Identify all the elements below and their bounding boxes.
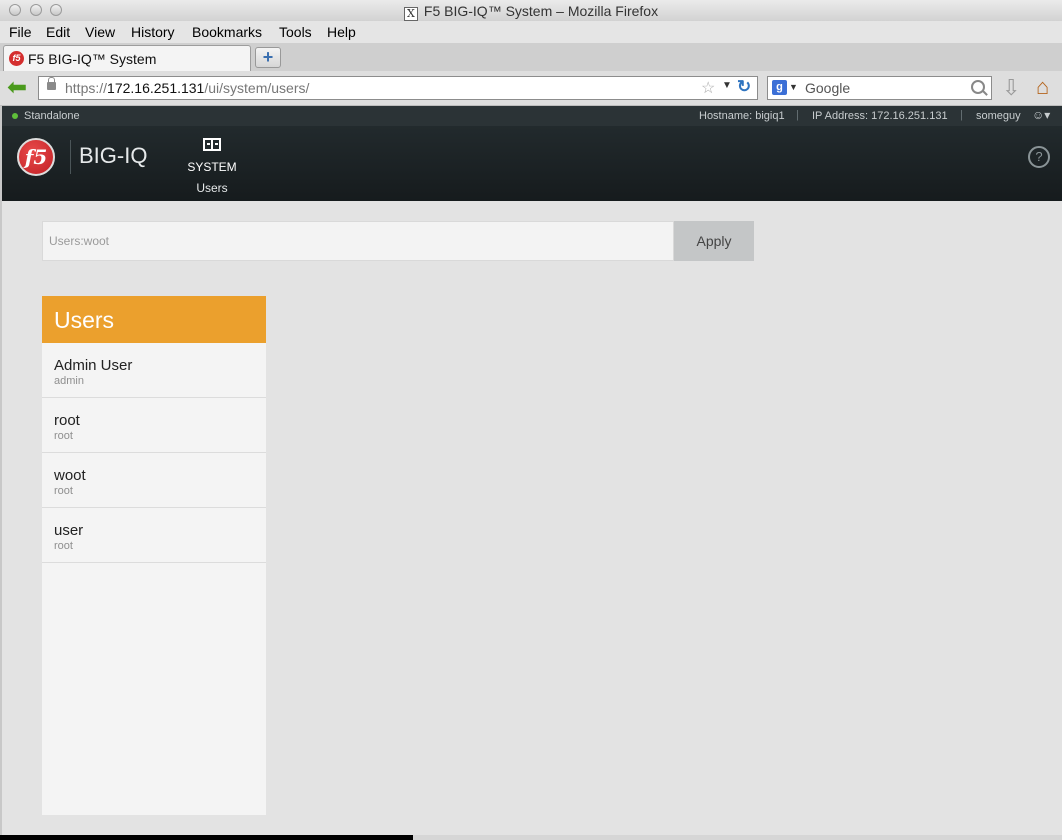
status-hostname: Hostname: bigiq1 bbox=[699, 110, 785, 122]
f5-logo[interactable]: f5 bbox=[17, 138, 55, 176]
lock-icon bbox=[47, 77, 56, 90]
menu-help[interactable]: Help bbox=[327, 24, 356, 40]
user-list-item[interactable]: root root bbox=[42, 398, 266, 453]
logo-divider bbox=[70, 140, 71, 174]
user-role: root bbox=[54, 485, 73, 497]
menu-tools[interactable]: Tools bbox=[279, 24, 312, 40]
status-indicator-icon bbox=[12, 113, 18, 119]
bookmark-star-icon[interactable]: ☆ bbox=[701, 78, 715, 98]
status-separator: | bbox=[960, 109, 963, 121]
users-panel: Users Admin User admin root root woot ro… bbox=[42, 296, 266, 815]
menu-edit[interactable]: Edit bbox=[46, 24, 70, 40]
system-icon bbox=[203, 138, 221, 151]
url-scheme: https:// bbox=[65, 80, 108, 96]
browser-tab[interactable]: f5 F5 BIG-IQ™ System bbox=[3, 45, 251, 71]
download-icon[interactable]: ⇩ bbox=[1002, 75, 1020, 101]
status-mode: Standalone bbox=[24, 110, 80, 122]
menu-history[interactable]: History bbox=[131, 24, 175, 40]
window-titlebar: X F5 BIG-IQ™ System – Mozilla Firefox bbox=[0, 0, 1062, 22]
status-separator: | bbox=[796, 109, 799, 121]
f5-favicon-icon: f5 bbox=[9, 51, 24, 66]
menu-bookmarks[interactable]: Bookmarks bbox=[192, 24, 262, 40]
google-engine-icon[interactable]: g bbox=[772, 80, 787, 95]
help-icon[interactable]: ? bbox=[1028, 146, 1050, 168]
navigation-bar: ⬅ https://172.16.251.131/ui/system/users… bbox=[0, 71, 1062, 106]
menu-bar: File Edit View History Bookmarks Tools H… bbox=[0, 21, 1062, 44]
filter-input[interactable] bbox=[42, 221, 674, 261]
nav-system[interactable]: SYSTEM Users bbox=[182, 138, 242, 195]
search-input[interactable]: Google bbox=[805, 80, 850, 96]
back-arrow-icon[interactable]: ⬅ bbox=[7, 76, 31, 100]
x11-icon: X bbox=[403, 7, 418, 21]
url-path: /ui/system/users/ bbox=[204, 80, 310, 96]
user-list-item[interactable]: woot root bbox=[42, 453, 266, 508]
users-panel-title: Users bbox=[42, 296, 266, 343]
user-name: Admin User bbox=[54, 357, 133, 374]
window-title-text: F5 BIG-IQ™ System – Mozilla Firefox bbox=[423, 3, 659, 19]
url-text[interactable]: https://172.16.251.131/ui/system/users/ bbox=[65, 80, 309, 96]
user-role: root bbox=[54, 540, 73, 552]
user-role: admin bbox=[54, 375, 84, 387]
user-role: root bbox=[54, 430, 73, 442]
new-tab-button[interactable]: + bbox=[255, 47, 281, 68]
engine-dropdown-icon[interactable]: ▼ bbox=[789, 82, 798, 92]
main-content: Apply Users Admin User admin root root w… bbox=[2, 201, 1062, 835]
window-title: X F5 BIG-IQ™ System – Mozilla Firefox bbox=[0, 3, 1062, 21]
app-status-bar: Standalone Hostname: bigiq1 | IP Address… bbox=[2, 106, 1062, 126]
reload-icon[interactable]: ↻ bbox=[737, 77, 751, 97]
home-icon[interactable]: ⌂ bbox=[1036, 74, 1049, 100]
user-name: user bbox=[54, 522, 84, 539]
menu-view[interactable]: View bbox=[85, 24, 115, 40]
user-list-item[interactable]: Admin User admin bbox=[42, 343, 266, 398]
url-bar[interactable]: https://172.16.251.131/ui/system/users/ … bbox=[38, 76, 758, 100]
app-header: f5 BIG-IQ SYSTEM Users ? bbox=[2, 126, 1062, 201]
window-bottom-shadow bbox=[0, 835, 413, 840]
tab-strip: f5 F5 BIG-IQ™ System + bbox=[0, 43, 1062, 72]
url-host: 172.16.251.131 bbox=[107, 80, 205, 96]
status-username[interactable]: someguy bbox=[976, 110, 1021, 122]
product-name: BIG-IQ bbox=[79, 143, 148, 168]
user-list-item[interactable]: user root bbox=[42, 508, 266, 563]
history-dropdown-icon[interactable]: ▼ bbox=[722, 80, 732, 91]
search-bar[interactable]: g ▼ Google bbox=[767, 76, 992, 100]
nav-system-label: SYSTEM bbox=[187, 160, 237, 174]
search-icon[interactable] bbox=[971, 80, 985, 94]
user-name: woot bbox=[54, 467, 86, 484]
apply-button[interactable]: Apply bbox=[674, 221, 754, 261]
menu-file[interactable]: File bbox=[9, 24, 32, 40]
tab-title: F5 BIG-IQ™ System bbox=[28, 51, 157, 67]
user-menu-icon[interactable]: ☺▾ bbox=[1032, 108, 1050, 122]
nav-system-sublabel: Users bbox=[196, 181, 228, 195]
status-ip-address: IP Address: 172.16.251.131 bbox=[812, 110, 948, 122]
user-name: root bbox=[54, 412, 80, 429]
